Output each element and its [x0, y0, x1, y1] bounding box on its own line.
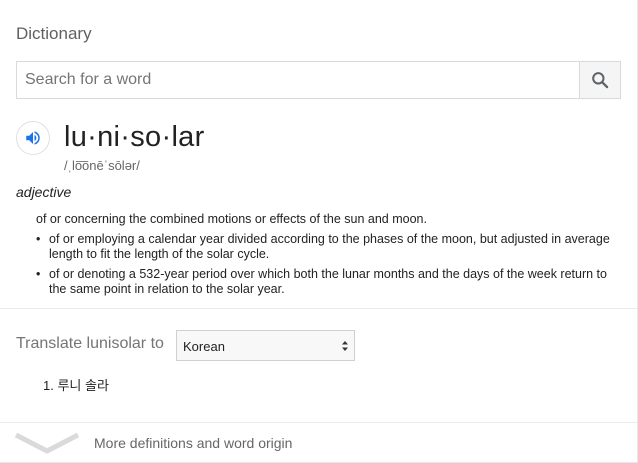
search-box — [16, 61, 621, 99]
chevron-down-icon[interactable] — [14, 432, 80, 454]
more-definitions-link[interactable]: More definitions and word origin — [94, 435, 292, 451]
dictionary-card: Dictionary lu·ni·so·lar /ˌlo͞onēˈsōlər/ … — [0, 0, 638, 463]
dictionary-title: Dictionary — [16, 24, 92, 43]
speaker-icon — [26, 131, 40, 145]
definitions: of or concerning the combined motions or… — [36, 212, 624, 302]
language-select[interactable]: Korean — [176, 330, 355, 361]
language-select-value: Korean — [183, 339, 225, 354]
divider — [0, 422, 637, 423]
sub-definition: of or employing a calendar year divided … — [36, 232, 624, 262]
search-input[interactable] — [17, 62, 595, 98]
main-definition: of or concerning the combined motions or… — [36, 212, 427, 226]
select-arrows-icon — [342, 341, 348, 351]
sub-definition: of or denoting a 532-year period over wh… — [36, 267, 624, 297]
search-icon — [592, 72, 609, 89]
phonetic-spelling: /ˌlo͞onēˈsōlər/ — [64, 158, 140, 173]
sub-definition-list: of or employing a calendar year divided … — [36, 232, 624, 297]
pronunciation-button[interactable] — [16, 121, 50, 155]
translate-label: Translate lunisolar to — [16, 335, 164, 352]
part-of-speech: adjective — [16, 184, 72, 200]
headword: lu·ni·so·lar — [64, 121, 205, 153]
divider — [0, 308, 637, 309]
translation-result: 1. 루니 솔라 — [43, 378, 109, 393]
search-button[interactable] — [579, 62, 620, 98]
